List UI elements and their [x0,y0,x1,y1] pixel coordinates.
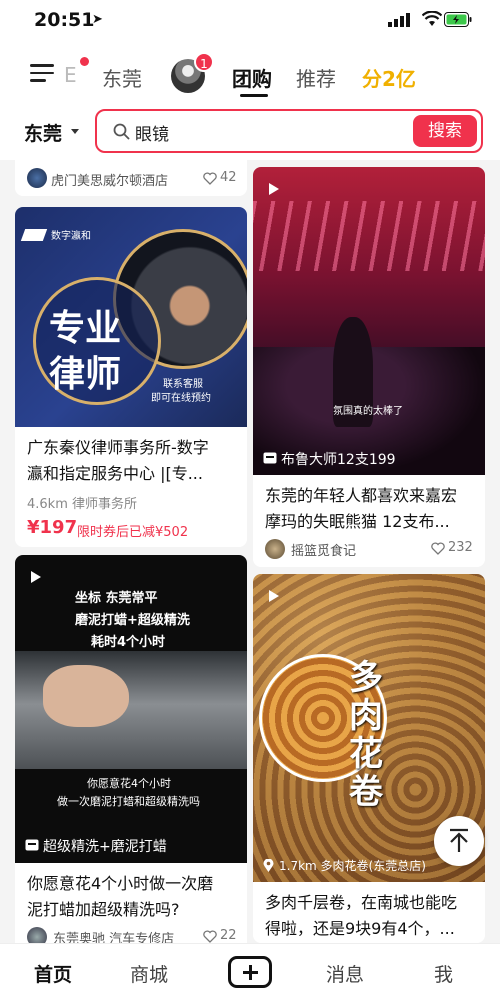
tag-icon [263,452,277,464]
video-caption-1: 坐标 东莞常平 [75,591,158,606]
video-caption: 氛围真的太棒了 [333,406,403,417]
card-title-line-1: 广东秦仪律师事务所-数字 [27,438,209,457]
menu-icon[interactable] [30,64,54,82]
battery-icon [444,12,472,27]
avatar [27,168,47,188]
search-button[interactable]: 搜索 [413,115,477,147]
location-arrow-icon: ➤ [92,12,103,27]
feed-card-lawyer[interactable]: 数字瀛和 专业 律师 联系客服 即可在线预约 广东秦仪律师事务所-数字 瀛和指定… [15,207,247,547]
location-pin-icon [263,859,274,872]
lawyer-thumbnail: 数字瀛和 专业 律师 联系客服 即可在线预约 [15,207,247,427]
video-caption-5: 做一次磨泥打蜡和超级精洗吗 [57,795,200,808]
arrow-up-icon [450,828,468,852]
active-tab-indicator [240,94,268,97]
caret-down-icon[interactable] [71,129,79,134]
tab-partial[interactable]: E [64,63,77,87]
hand-image [43,665,129,727]
logo-text: 数字瀛和 [51,231,91,242]
feed-card-hotel[interactable]: 虎门美思威尔顿酒店 42 [15,160,247,196]
distance-category: 4.6km 律师事务所 [27,497,137,512]
card-title-line-2: 瀛和指定服务中心 |[专... [27,464,203,483]
search-bar: 东莞 搜索 [0,104,500,160]
like-count: 22 [220,928,237,943]
card-title-line-2: 泥打蜡加超级精洗吗? [27,900,180,919]
video-tag: 布鲁大师12支199 [281,452,396,468]
price: ¥197 [27,517,78,538]
city-selector[interactable]: 东莞 [24,119,62,146]
feed-card-bar[interactable]: 氛围真的太棒了 布鲁大师12支199 东莞的年轻人都喜欢来嘉宏 摩玛的失眠熊猫 … [253,167,485,567]
signal-icon [388,13,410,27]
play-icon [269,590,279,602]
search-box[interactable]: 搜索 [95,109,483,153]
play-icon [31,571,41,583]
car-video-thumbnail: 坐标 东莞常平 磨泥打蜡+超级精洗 耗时4个小时 你愿意花4个小时 做一次磨泥打… [15,555,247,863]
play-icon [269,183,279,195]
tab-dongguan[interactable]: 东莞 [102,63,142,92]
video-caption-4: 你愿意花4个小时 [87,777,171,790]
notification-dot [80,57,89,66]
status-time: 20:51 [34,9,95,31]
feed-card-food[interactable]: 多 肉 花 卷 1.7km 多肉花卷(东莞总店) 多肉千层卷，在南城也能吃 得啦… [253,574,485,943]
top-navigation: E 东莞 1 团购 推荐 分2亿 [0,44,500,104]
video-tag: 超级精洗+磨泥打蜡 [43,839,167,855]
nav-mall[interactable]: 商城 [130,960,168,987]
headline-line-1: 专业 [49,308,122,349]
like-count: 42 [220,170,237,185]
corner-note-2: 即可在线预约 [151,393,211,404]
location-text: 1.7km 多肉花卷(东莞总店) [279,859,426,873]
headline-char-4: 卷 [349,772,383,812]
heart-icon[interactable] [431,542,445,555]
avatar-badge: 1 [194,52,214,72]
bottom-navigation: 首页 商城 消息 我 [0,943,500,1000]
video-caption-3: 耗时4个小时 [91,635,166,650]
heart-icon[interactable] [203,930,217,943]
tab-bonus[interactable]: 分2亿 [362,63,416,92]
nav-home[interactable]: 首页 [34,960,72,987]
card-title-line-1: 东莞的年轻人都喜欢来嘉宏 [265,486,458,505]
create-post-button[interactable] [228,956,272,988]
back-to-top-button[interactable] [434,816,484,866]
discount-text: 限时券后已减¥502 [77,525,189,540]
wifi-icon [422,11,442,26]
nav-messages[interactable]: 消息 [326,960,364,987]
card-title-line-2: 得啦，还是9块9有4个，... [265,919,455,938]
search-input[interactable] [135,119,405,145]
card-title-line-1: 你愿意花4个小时做一次磨 [27,874,214,893]
logo-mark [20,229,48,241]
status-bar: 20:51 ➤ [0,0,500,44]
tab-group-buy[interactable]: 团购 [232,63,272,92]
search-icon [113,123,130,140]
like-count: 232 [448,540,473,555]
author-name: 虎门美思威尔顿酒店 [51,174,169,189]
author-name: 摇篮觅食记 [291,544,357,559]
headline-line-2: 律师 [49,354,122,395]
bar-video-thumbnail: 氛围真的太棒了 布鲁大师12支199 [253,167,485,475]
ceiling-lights [253,201,485,271]
heart-icon[interactable] [203,172,217,185]
video-caption-2: 磨泥打蜡+超级精洗 [75,613,190,628]
nav-me[interactable]: 我 [434,960,453,987]
corner-note-1: 联系客服 [163,379,203,390]
tag-icon [25,839,39,851]
card-title-line-2: 摩玛的失眠熊猫 12支布... [265,512,450,531]
card-title-line-1: 多肉千层卷，在南城也能吃 [265,893,458,912]
tab-recommend[interactable]: 推荐 [296,63,336,92]
feed-card-car[interactable]: 坐标 东莞常平 磨泥打蜡+超级精洗 耗时4个小时 你愿意花4个小时 做一次磨泥打… [15,555,247,950]
avatar [265,539,285,559]
